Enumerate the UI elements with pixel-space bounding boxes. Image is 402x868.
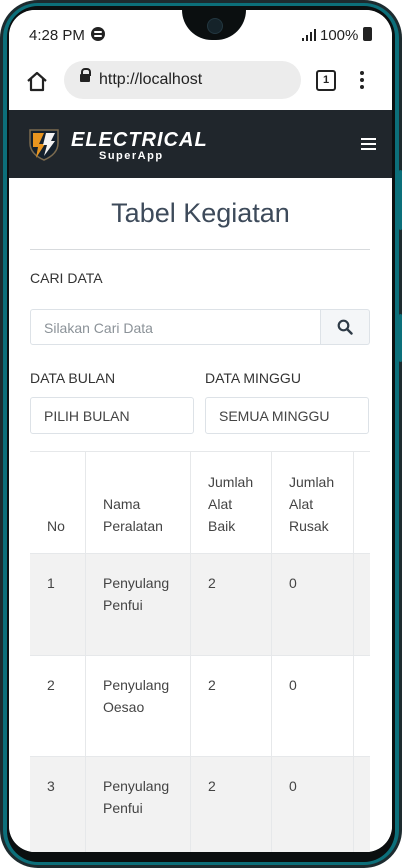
cell-nama: Penyulang Penfui <box>85 554 190 655</box>
status-time: 4:28 PM <box>29 27 85 44</box>
search-input[interactable]: Silakan Cari Data <box>30 309 321 345</box>
battery-percent: 100% <box>320 27 359 44</box>
cell-baik: 2 <box>190 554 271 655</box>
table-row[interactable]: 2 Penyulang Oesao 2 0 <box>30 656 370 757</box>
search-button[interactable] <box>321 309 370 345</box>
lock-icon <box>80 68 91 82</box>
more-menu-icon[interactable] <box>359 69 365 91</box>
cell-no: 2 <box>47 677 55 693</box>
cell-nama: Penyulang Penfui <box>85 757 190 852</box>
search-label: CARI DATA <box>30 270 103 286</box>
header-jumlah-rusak: Jumlah Alat Rusak <box>271 452 353 553</box>
month-select-value: PILIH BULAN <box>44 408 130 424</box>
battery-icon <box>363 27 372 41</box>
search-icon <box>337 319 353 335</box>
phone-frame: 4:28 PM 100% http://localhost 1 ELECTRIC… <box>0 0 402 868</box>
signal-icon <box>302 29 316 41</box>
url-text: http://localhost <box>99 71 203 88</box>
front-camera <box>207 18 223 34</box>
week-select-value: SEMUA MINGGU <box>219 408 330 424</box>
browser-toolbar: http://localhost 1 <box>9 58 392 110</box>
cell-nama: Penyulang Oesao <box>85 656 190 756</box>
tab-switcher-button[interactable]: 1 <box>316 70 336 91</box>
cell-rusak: 0 <box>271 656 353 756</box>
table-row[interactable]: 1 Penyulang Penfui 2 0 <box>30 554 370 656</box>
cell-baik: 2 <box>190 656 271 756</box>
table-header-row: No Nama Peralatan Jumlah Alat Baik Jumla… <box>30 452 370 554</box>
cell-no: 3 <box>47 778 55 794</box>
lightning-shield-logo[interactable] <box>27 127 61 161</box>
header-no: No <box>47 518 65 534</box>
month-label: DATA BULAN <box>30 370 116 386</box>
header-extra <box>353 452 370 553</box>
cell-extra <box>353 656 370 756</box>
url-bar[interactable]: http://localhost <box>64 61 301 99</box>
week-label: DATA MINGGU <box>205 370 301 386</box>
status-bar: 4:28 PM 100% <box>9 10 392 58</box>
page-title: Tabel Kegiatan <box>111 198 290 228</box>
hamburger-menu-icon[interactable] <box>361 138 376 150</box>
cell-rusak: 0 <box>271 554 353 655</box>
cell-no: 1 <box>47 575 55 591</box>
cell-extra <box>353 554 370 655</box>
cell-rusak: 0 <box>271 757 353 852</box>
search-placeholder: Silakan Cari Data <box>44 320 153 336</box>
activity-table: No Nama Peralatan Jumlah Alat Baik Jumla… <box>30 451 370 852</box>
header-nama-peralatan: Nama Peralatan <box>85 452 190 553</box>
cell-baik: 2 <box>190 757 271 852</box>
table-row[interactable]: 3 Penyulang Penfui 2 0 <box>30 757 370 852</box>
camera-notch <box>182 10 246 40</box>
screen: 4:28 PM 100% http://localhost 1 ELECTRIC… <box>9 10 392 852</box>
page-content: Tabel Kegiatan CARI DATA Silakan Cari Da… <box>9 178 392 852</box>
brand-subtitle: SuperApp <box>99 150 164 162</box>
brand-title: ELECTRICAL <box>71 129 208 151</box>
header-jumlah-baik: Jumlah Alat Baik <box>190 452 271 553</box>
title-divider <box>30 249 370 250</box>
home-icon[interactable] <box>26 70 48 92</box>
spotify-icon <box>91 27 105 41</box>
cell-extra <box>353 757 370 852</box>
app-navbar: ELECTRICAL SuperApp <box>9 110 392 178</box>
week-select[interactable]: SEMUA MINGGU <box>205 397 369 434</box>
month-select[interactable]: PILIH BULAN <box>30 397 194 434</box>
